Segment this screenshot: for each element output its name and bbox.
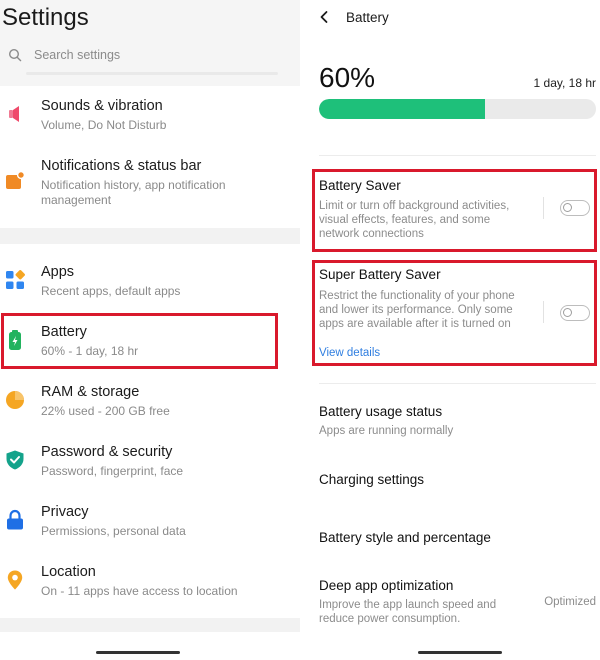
battery-percentage: 60%	[319, 62, 376, 93]
settings-panel: Settings Search settings Sounds & vibrat…	[0, 0, 300, 660]
settings-item-subtitle: Recent apps, default apps	[41, 284, 181, 298]
deep-app-optimization-subtitle: Improve the app launch speed and reduce …	[319, 599, 497, 625]
settings-item-notifications[interactable]: Notifications & status bar Notification …	[0, 152, 300, 218]
lock-icon	[7, 509, 23, 530]
toggle-separator	[543, 197, 544, 219]
shield-icon	[6, 450, 24, 470]
back-arrow-icon[interactable]	[318, 10, 330, 24]
settings-item-privacy[interactable]: Privacy Permissions, personal data	[0, 498, 300, 550]
settings-item-ram-storage[interactable]: RAM & storage 22% used - 200 GB free	[0, 378, 300, 430]
gesture-nav-bar[interactable]	[96, 651, 180, 654]
settings-item-sounds[interactable]: Sounds & vibration Volume, Do Not Distur…	[0, 92, 300, 144]
gesture-nav-bar[interactable]	[418, 651, 502, 654]
storage-pie-icon	[6, 391, 24, 409]
settings-item-title: Apps	[41, 264, 75, 280]
notification-icon	[6, 170, 26, 189]
apps-grid-icon	[6, 270, 25, 289]
battery-style-percentage-item[interactable]: Battery style and percentage	[319, 530, 491, 545]
battery-saver-toggle[interactable]	[560, 200, 590, 216]
settings-item-subtitle: Password, fingerprint, face	[41, 464, 184, 478]
deep-app-optimization-title: Deep app optimization	[319, 578, 454, 593]
view-details-link[interactable]: View details	[319, 347, 380, 359]
location-pin-icon	[7, 570, 23, 590]
settings-item-title: Sounds & vibration	[41, 98, 163, 114]
settings-item-password-security[interactable]: Password & security Password, fingerprin…	[0, 438, 300, 490]
battery-level-bar	[319, 99, 596, 119]
toggle-separator	[543, 301, 544, 323]
super-battery-saver-toggle[interactable]	[560, 305, 590, 321]
settings-item-subtitle: 22% used - 200 GB free	[41, 404, 170, 418]
highlight-box-battery	[1, 313, 278, 369]
deep-app-optimization-value: Optimized	[544, 596, 596, 608]
search-input[interactable]: Search settings	[34, 48, 120, 62]
section-divider	[0, 228, 300, 244]
battery-saver-title: Battery Saver	[319, 178, 401, 193]
search-underline	[26, 72, 278, 75]
super-battery-saver-title: Super Battery Saver	[319, 267, 441, 282]
settings-item-subtitle: Permissions, personal data	[41, 524, 186, 538]
settings-item-title: Privacy	[41, 504, 89, 520]
toggle-knob	[563, 203, 572, 212]
page-title: Settings	[2, 4, 89, 31]
toggle-knob	[563, 308, 572, 317]
battery-panel: Battery 60% 1 day, 18 hr Battery Saver L…	[300, 0, 600, 660]
settings-item-title: Password & security	[41, 444, 173, 460]
page-title: Battery	[346, 10, 389, 25]
settings-item-apps[interactable]: Apps Recent apps, default apps	[0, 258, 300, 310]
settings-item-subtitle: Volume, Do Not Disturb	[41, 118, 167, 132]
settings-item-title: RAM & storage	[41, 384, 140, 400]
settings-item-title: Location	[41, 564, 96, 580]
settings-item-location[interactable]: Location On - 11 apps have access to loc…	[0, 558, 300, 610]
section-divider	[0, 618, 300, 632]
super-battery-saver-description: Restrict the functionality of your phone…	[319, 290, 515, 330]
divider	[319, 383, 596, 384]
battery-saver-description: Limit or turn off background activities,…	[319, 200, 510, 240]
divider	[319, 155, 596, 156]
settings-item-subtitle: On - 11 apps have access to location	[41, 584, 238, 598]
settings-item-title: Notifications & status bar	[41, 158, 202, 174]
battery-usage-status-subtitle: Apps are running normally	[319, 425, 454, 437]
settings-item-subtitle: Notification history, app notification m…	[41, 178, 226, 207]
search-bar[interactable]: Search settings	[8, 48, 120, 62]
charging-settings-item[interactable]: Charging settings	[319, 472, 424, 487]
search-icon	[8, 48, 22, 62]
speaker-icon	[9, 106, 19, 122]
battery-usage-status-title: Battery usage status	[319, 404, 443, 419]
battery-level-fill	[319, 99, 486, 119]
battery-time-remaining: 1 day, 18 hr	[533, 76, 596, 90]
